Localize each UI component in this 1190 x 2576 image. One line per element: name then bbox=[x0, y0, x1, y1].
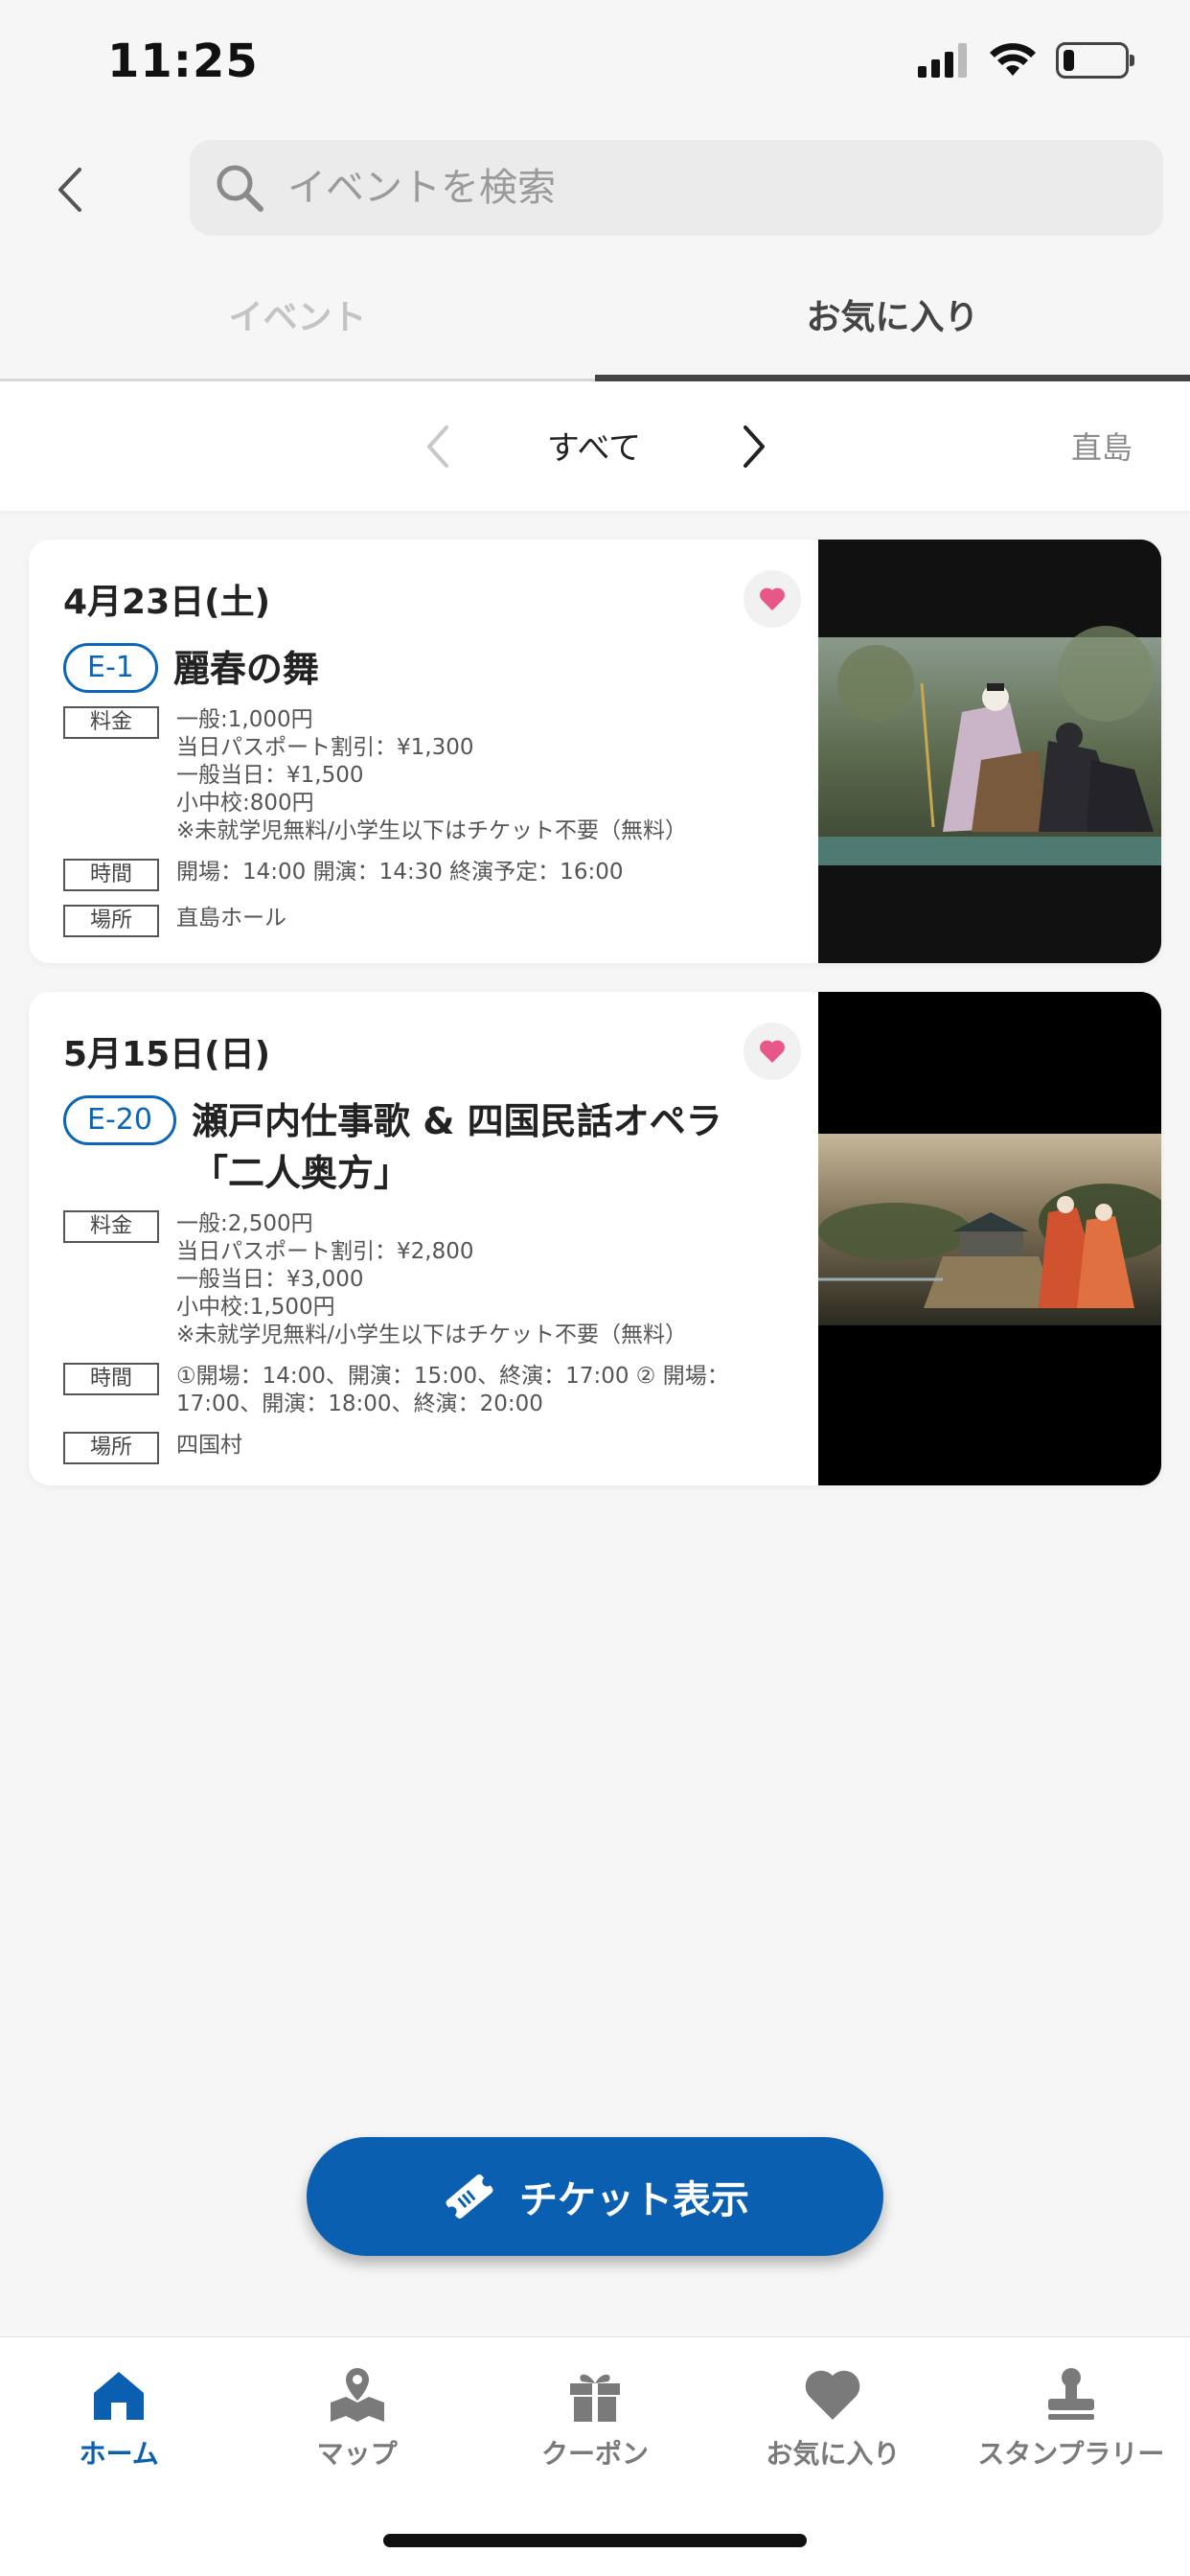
place-label: 場所 bbox=[63, 1432, 159, 1464]
map-icon bbox=[330, 2368, 384, 2422]
event-title: 麗春の舞 bbox=[172, 648, 319, 690]
battery-level bbox=[1064, 50, 1074, 71]
price-line: 小中校:800円 bbox=[176, 791, 314, 816]
price-line: 当日パスポート割引：¥2,800 bbox=[176, 1239, 474, 1264]
event-card[interactable]: 4月23日(土) E-1 麗春の舞 料金 一般:1,000円 当日パスポート割引… bbox=[29, 540, 1161, 963]
heart-icon bbox=[760, 587, 785, 610]
ticket-icon bbox=[446, 2174, 493, 2219]
event-title-row: E-1 麗春の舞 bbox=[63, 643, 818, 695]
home-icon bbox=[94, 2372, 145, 2420]
price-line: 当日パスポート割引：¥1,300 bbox=[176, 735, 474, 760]
event-card-body: 4月23日(土) E-1 麗春の舞 料金 一般:1,000円 当日パスポート割引… bbox=[29, 540, 818, 963]
heart-icon bbox=[806, 2370, 860, 2420]
favorite-button[interactable] bbox=[744, 1023, 801, 1080]
price-line: 一般:2,500円 bbox=[176, 1211, 313, 1236]
time-values: 開場：14:00 開演：14:30 終演予定：16:00 bbox=[176, 859, 623, 886]
time-row: 時間 開場：14:00 開演：14:30 終演予定：16:00 bbox=[63, 859, 818, 891]
tab-bar: イベント お気に入り bbox=[0, 249, 1190, 381]
nav-favorites-label: お気に入り bbox=[766, 2438, 901, 2470]
nav-coupon-label: クーポン bbox=[541, 2438, 650, 2470]
place-value: 直島ホール bbox=[176, 906, 286, 931]
search-bar[interactable] bbox=[190, 140, 1163, 236]
event-photo bbox=[818, 540, 1161, 963]
event-card-body: 5月15日(日) E-20 瀬戸内仕事歌 & 四国民話オペラ「二人奥方」 料金 … bbox=[29, 992, 818, 1485]
price-line: 一般当日：¥3,000 bbox=[176, 1267, 364, 1292]
event-title: 瀬戸内仕事歌 & 四国民話オペラ「二人奥方」 bbox=[191, 1100, 722, 1194]
filter-next-label[interactable]: 直島 bbox=[1071, 424, 1133, 468]
place-label: 場所 bbox=[63, 905, 159, 937]
stamp-icon bbox=[1047, 2368, 1094, 2420]
wifi-icon bbox=[990, 43, 1036, 76]
event-card[interactable]: 5月15日(日) E-20 瀬戸内仕事歌 & 四国民話オペラ「二人奥方」 料金 … bbox=[29, 992, 1161, 1485]
price-row: 料金 一般:1,000円 当日パスポート割引：¥1,300 一般当日：¥1,50… bbox=[63, 706, 818, 845]
time-label: 時間 bbox=[63, 1363, 159, 1395]
price-line: ※未就学児無料/小学生以下はチケット不要（無料） bbox=[176, 818, 688, 843]
favorite-button[interactable] bbox=[744, 570, 801, 628]
nav-home[interactable]: ホーム bbox=[0, 2337, 238, 2576]
time-line: ①開場：14:00、開演：15:00、終演：17:00 ② 開場： bbox=[176, 1364, 729, 1389]
nav-map-label: マップ bbox=[316, 2438, 398, 2470]
time-line: 開場：14:00 開演：14:30 終演予定：16:00 bbox=[176, 860, 624, 885]
place-row: 場所 四国村 bbox=[63, 1432, 818, 1464]
nav-stamp-rally-label: スタンプラリー bbox=[977, 2438, 1165, 2470]
ticket-display-button[interactable]: チケット表示 bbox=[307, 2137, 883, 2256]
event-date: 5月15日(日) bbox=[63, 1035, 271, 1074]
status-time: 11:25 bbox=[107, 34, 259, 88]
place-row: 場所 直島ホール bbox=[63, 905, 818, 937]
nav-home-label: ホーム bbox=[79, 2438, 159, 2470]
battery-icon bbox=[1056, 42, 1134, 79]
ticket-display-label: チケット表示 bbox=[519, 2178, 749, 2222]
search-input[interactable] bbox=[287, 166, 1163, 210]
status-icons bbox=[918, 42, 1134, 79]
tab-favorites[interactable]: お気に入り bbox=[595, 249, 1190, 381]
gift-icon bbox=[570, 2374, 621, 2422]
place-value: 四国村 bbox=[176, 1433, 242, 1458]
event-code-badge: E-1 bbox=[63, 643, 158, 693]
dance-performance-image bbox=[818, 540, 1161, 963]
home-indicator bbox=[383, 2534, 807, 2547]
time-label: 時間 bbox=[63, 859, 159, 891]
price-label: 料金 bbox=[63, 1210, 159, 1243]
back-button[interactable] bbox=[48, 161, 90, 218]
price-line: ※未就学児無料/小学生以下はチケット不要（無料） bbox=[176, 1322, 688, 1347]
signal-icon bbox=[918, 43, 967, 78]
filter-prev-button[interactable] bbox=[418, 420, 456, 473]
search-icon bbox=[217, 165, 263, 212]
header bbox=[0, 134, 1190, 249]
event-date: 4月23日(土) bbox=[63, 583, 271, 622]
area-filter: すべて 直島 bbox=[0, 381, 1190, 511]
price-values: 一般:1,000円 当日パスポート割引：¥1,300 一般当日：¥1,500 小… bbox=[176, 706, 687, 845]
tab-events[interactable]: イベント bbox=[0, 249, 595, 379]
nav-stamp-rally[interactable]: スタンプラリー bbox=[952, 2337, 1190, 2576]
status-bar: 11:25 bbox=[0, 0, 1190, 134]
price-values: 一般:2,500円 当日パスポート割引：¥2,800 一般当日：¥3,000 小… bbox=[176, 1210, 687, 1349]
price-line: 一般:1,000円 bbox=[176, 707, 313, 732]
time-values: ①開場：14:00、開演：15:00、終演：17:00 ② 開場： 17:00、… bbox=[176, 1363, 729, 1418]
heart-icon bbox=[760, 1040, 785, 1063]
filter-current: すべて bbox=[546, 429, 642, 468]
time-row: 時間 ①開場：14:00、開演：15:00、終演：17:00 ② 開場： 17:… bbox=[63, 1363, 818, 1418]
price-line: 小中校:1,500円 bbox=[176, 1295, 335, 1320]
chevron-left-icon bbox=[58, 168, 81, 212]
filter-next-button[interactable] bbox=[736, 420, 774, 473]
price-label: 料金 bbox=[63, 706, 159, 739]
time-line: 17:00、開演：18:00、終演：20:00 bbox=[176, 1392, 543, 1416]
event-title-row: E-20 瀬戸内仕事歌 & 四国民話オペラ「二人奥方」 bbox=[63, 1095, 818, 1199]
event-photo bbox=[818, 992, 1161, 1485]
event-code-badge: E-20 bbox=[63, 1095, 176, 1145]
price-line: 一般当日：¥1,500 bbox=[176, 763, 364, 788]
opera-stage-image bbox=[818, 992, 1161, 1485]
price-row: 料金 一般:2,500円 当日パスポート割引：¥2,800 一般当日：¥3,00… bbox=[63, 1210, 818, 1349]
